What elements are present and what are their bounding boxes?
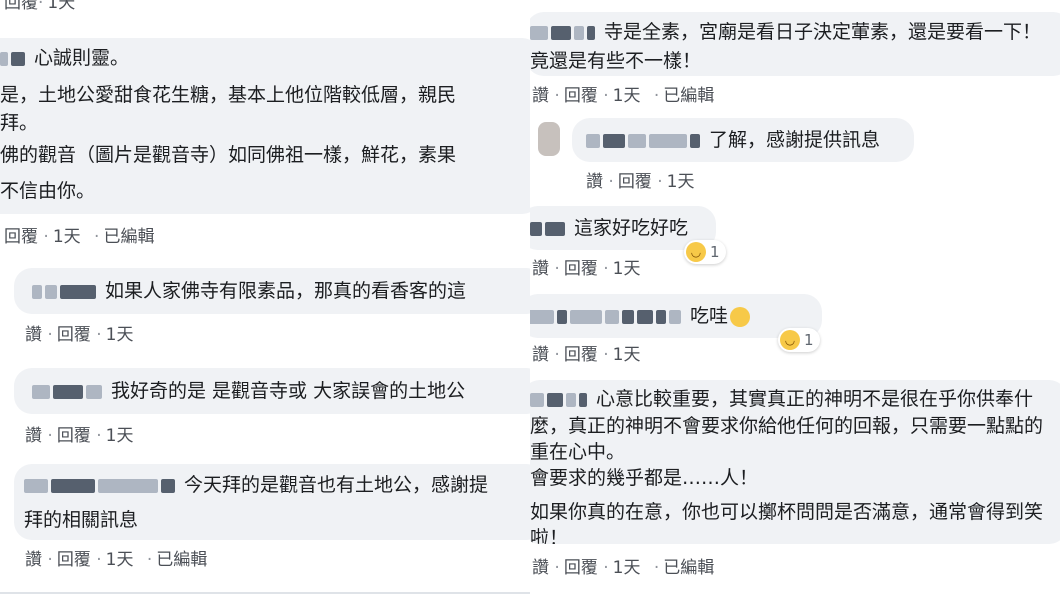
edited-label[interactable]: 已編輯 <box>156 550 207 570</box>
reply-link[interactable]: 回覆 <box>57 426 91 446</box>
timestamp: 1天 <box>52 227 81 247</box>
reply-link[interactable]: 回覆 <box>564 86 598 106</box>
comment-line: 啦！ <box>530 526 569 545</box>
commenter-name-blurred <box>530 387 590 413</box>
like-link[interactable]: 讚 <box>532 558 549 578</box>
commenter-name-blurred <box>530 19 598 47</box>
comment-line: 心誠則靈。 <box>0 40 530 77</box>
comment-bubble: 寺是全素，宮廟是看日子決定葷素，還是要看一下！ 竟還是有些不一樣！ <box>530 12 1060 76</box>
edited-label[interactable]: 已編輯 <box>663 558 714 578</box>
timestamp: 1天 <box>47 0 76 13</box>
reply-bubble: 吃哇 <box>530 294 822 338</box>
comment-line: 會要求的幾乎都是……人！ <box>530 466 759 489</box>
divider <box>0 592 530 594</box>
reply-link[interactable]: 回覆 <box>4 227 38 247</box>
timestamp: 1天 <box>612 86 641 106</box>
commenter-name-blurred <box>530 207 568 251</box>
reply-bubble: 如果人家佛寺有限素品，那真的看香客的這 <box>14 268 530 314</box>
comment-bubble: 心誠則靈。 是，土地公愛甜食花生糖，基本上他位階較低層，親民 拜。 佛的觀音（圖… <box>0 38 530 214</box>
timestamp: 1天 <box>105 550 134 570</box>
comment-text: 吃哇 <box>690 305 729 327</box>
laughing-emoji-icon: ◡ <box>780 329 800 350</box>
comment-line: 今天拜的是觀音也有土地公，感謝提 <box>24 468 530 503</box>
reaction-counter[interactable]: ◡ 1 <box>684 240 726 264</box>
comment-line: 是，土地公愛甜食花生糖，基本上他位階較低層，親民 <box>0 83 457 106</box>
laughing-emoji-icon <box>730 306 751 327</box>
like-link[interactable]: 讚 <box>586 172 603 192</box>
edited-label[interactable]: 已編輯 <box>103 227 154 247</box>
comment-line: 寺是全素，宮廟是看日子決定葷素，還是要看一下！ <box>530 18 1060 47</box>
comment-line: 拜的相關訊息 <box>24 508 139 531</box>
timestamp: 1天 <box>666 172 695 192</box>
comment-line: 麼，真正的神明不會要求你給他任何的回報，只需要一點點的 <box>530 414 1044 437</box>
reply-bubble: 今天拜的是觀音也有土地公，感謝提 拜的相關訊息 <box>14 464 530 540</box>
comment-meta: 讚 · 回覆 · 1天 · 已編輯 <box>532 558 715 578</box>
commenter-name-blurred <box>32 269 99 315</box>
like-link[interactable]: 讚 <box>532 86 549 106</box>
reply-bubble: 我好奇的是 是觀音寺或 大家誤會的土地公 <box>14 368 530 414</box>
comment-meta: 讚 · 回覆 · 1天 <box>532 259 641 279</box>
comment-line: 佛的觀音（圖片是觀音寺）如同佛祖一樣，鮮花，素果 <box>0 143 457 166</box>
avatar[interactable] <box>538 122 560 156</box>
edited-label[interactable]: 已編輯 <box>663 86 714 106</box>
comment-meta: 讚 · 回覆 · 1天 · 已編輯 <box>532 86 715 106</box>
comment-line: 重在心中。 <box>530 440 626 463</box>
right-comment-panel: 寺是全素，宮廟是看日子決定葷素，還是要看一下！ 竟還是有些不一樣！ 讚 · 回覆 … <box>530 0 1060 596</box>
comment-text: 這家好吃好吃 <box>574 217 689 239</box>
timestamp: 1天 <box>612 558 641 578</box>
like-link[interactable]: 讚 <box>25 325 42 345</box>
comment-text: 我好奇的是 是觀音寺或 大家誤會的土地公 <box>111 380 466 402</box>
timestamp: 1天 <box>105 426 134 446</box>
comment-meta: 讚 · 回覆 · 1天 <box>25 426 134 446</box>
reply-link[interactable]: 回覆 <box>4 0 38 13</box>
comment-meta: 讚 · 回覆 · 1天 · 已編輯 <box>25 550 208 570</box>
like-link[interactable]: 讚 <box>25 426 42 446</box>
comment-text: 了解，感謝提供訊息 <box>709 129 881 151</box>
reply-link[interactable]: 回覆 <box>57 325 91 345</box>
left-comment-panel: 回覆· 1天 心誠則靈。 是，土地公愛甜食花生糖，基本上他位階較低層，親民 拜。 … <box>0 0 530 596</box>
commenter-name-blurred <box>586 119 703 163</box>
reply-bubble: 了解，感謝提供訊息 <box>572 118 914 162</box>
timestamp: 1天 <box>105 325 134 345</box>
comment-line: 不信由你。 <box>0 179 96 202</box>
reply-bubble: 心意比較重要，其實真正的神明不是很在乎你供奉什 麼，真正的神明不會要求你給他任何… <box>530 380 1060 544</box>
reply-link[interactable]: 回覆 <box>564 345 598 365</box>
reply-link[interactable]: 回覆 <box>564 558 598 578</box>
commenter-name-blurred <box>0 41 28 77</box>
comment-line: 心意比較重要，其實真正的神明不是很在乎你供奉什 <box>530 386 1060 413</box>
timestamp: 1天 <box>612 259 641 279</box>
comment-line: 竟還是有些不一樣！ <box>530 49 702 72</box>
like-link[interactable]: 讚 <box>25 550 42 570</box>
comment-meta: 讚 · 回覆 · 1天 <box>25 325 134 345</box>
reply-link[interactable]: 回覆 <box>618 172 652 192</box>
reaction-count: 1 <box>804 331 814 349</box>
reaction-counter[interactable]: ◡ 1 <box>778 328 820 352</box>
laughing-emoji-icon: ◡ <box>686 241 706 262</box>
comment-meta-top: 回覆· 1天 <box>4 0 83 13</box>
reaction-count: 1 <box>710 243 720 261</box>
comment-meta: 讚 · 回覆 · 1天 <box>532 345 641 365</box>
comment-text: 如果人家佛寺有限素品，那真的看香客的這 <box>105 280 467 302</box>
reply-link[interactable]: 回覆 <box>57 550 91 570</box>
comment-meta: 回覆 · 1天 · 已編輯 <box>4 227 155 247</box>
commenter-name-blurred <box>32 369 105 415</box>
comment-line: 拜。 <box>0 112 39 134</box>
commenter-name-blurred <box>530 295 684 339</box>
reply-link[interactable]: 回覆 <box>564 259 598 279</box>
timestamp: 1天 <box>612 345 641 365</box>
commenter-name-blurred <box>24 469 178 503</box>
like-link[interactable]: 讚 <box>532 345 549 365</box>
comment-line: 如果你真的在意，你也可以擲杯問問是否滿意，通常會得到笑 <box>530 500 1044 523</box>
like-link[interactable]: 讚 <box>532 259 549 279</box>
comment-meta: 讚 · 回覆 · 1天 <box>586 172 695 192</box>
